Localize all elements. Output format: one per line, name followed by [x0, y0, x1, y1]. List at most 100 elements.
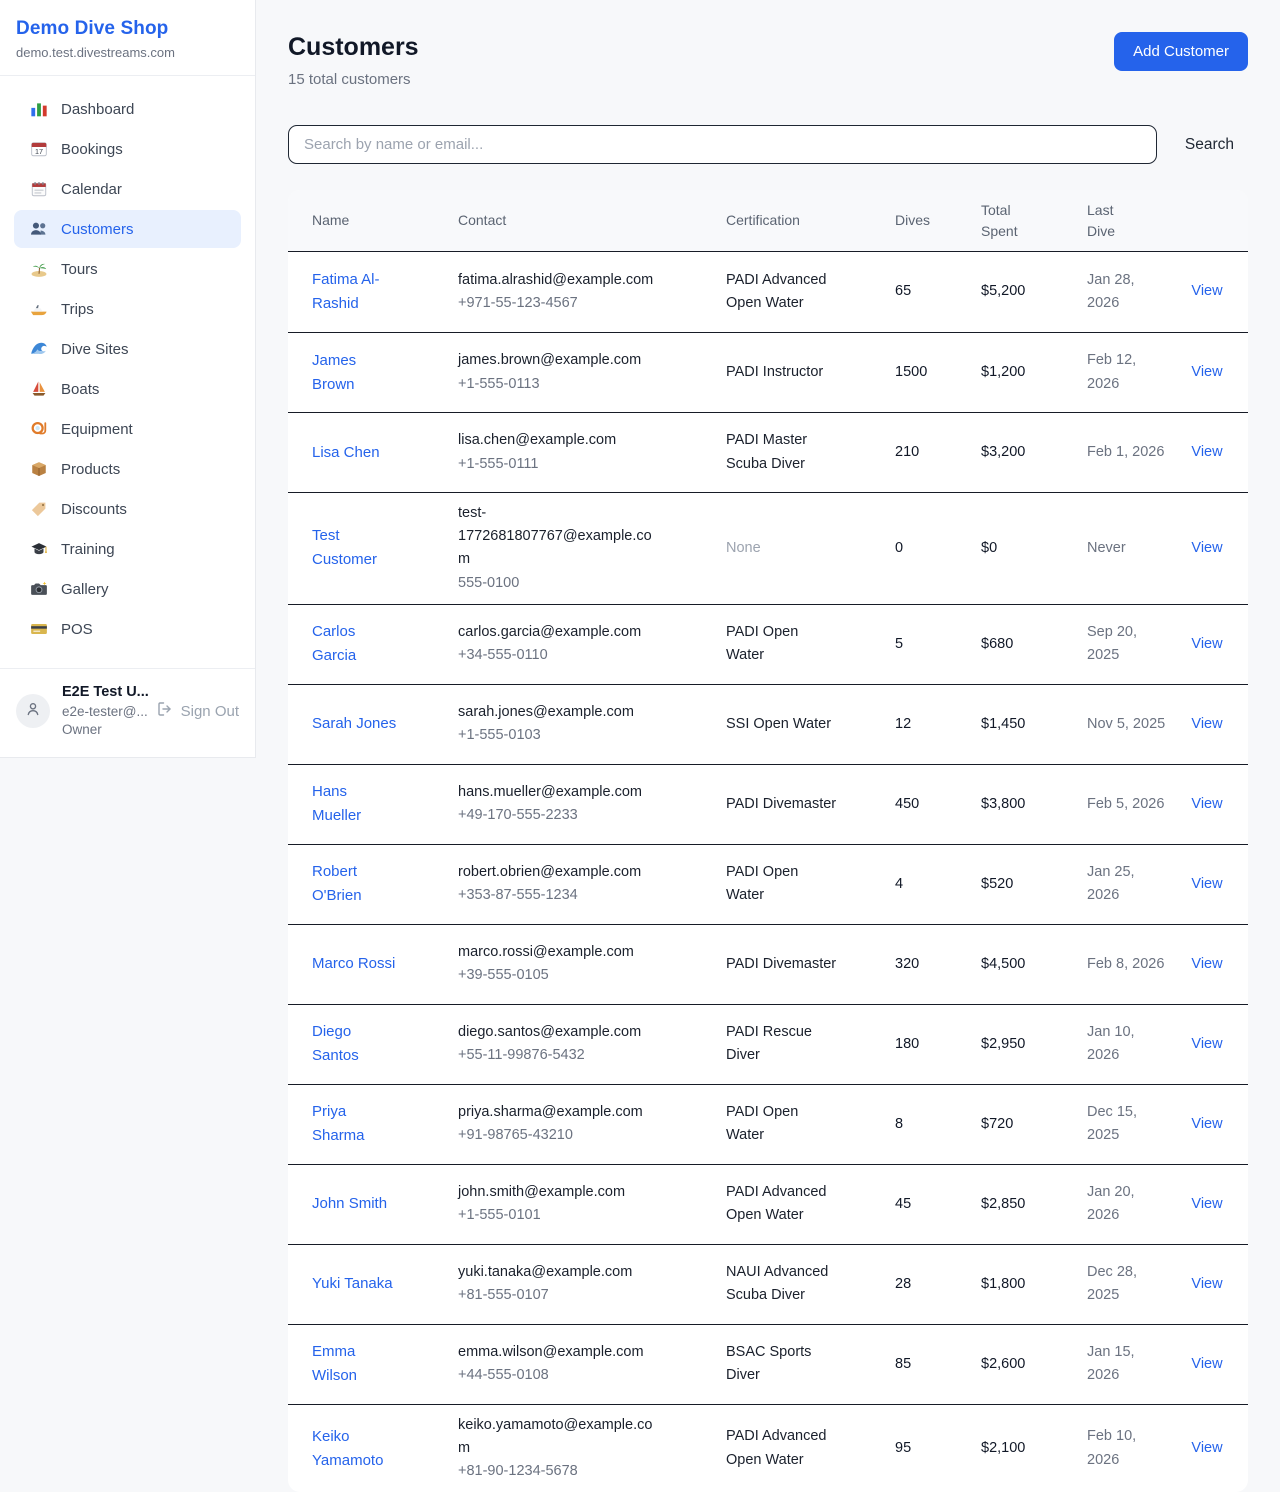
dives-cell: 5: [895, 633, 981, 656]
view-link[interactable]: View: [1191, 1356, 1222, 1372]
customer-name-link[interactable]: Fatima Al-Rashid: [288, 268, 458, 316]
customer-name-link[interactable]: Diego Santos: [288, 1020, 458, 1068]
total-spent-cell: $4,500: [981, 953, 1087, 976]
customer-name-link[interactable]: Priya Sharma: [288, 1100, 458, 1148]
customer-name-link[interactable]: Emma Wilson: [288, 1340, 458, 1388]
certification-cell: BSAC Sports Diver: [726, 1341, 895, 1387]
view-link[interactable]: View: [1191, 956, 1222, 972]
sidebar-item-pos[interactable]: POS: [14, 610, 241, 648]
actions-cell: View: [1180, 361, 1248, 384]
column-header: Name: [288, 210, 458, 231]
view-link[interactable]: View: [1191, 1196, 1222, 1212]
table-row: Hans Muellerhans.mueller@example.com+49-…: [288, 764, 1248, 844]
customer-name-link[interactable]: Yuki Tanaka: [288, 1272, 458, 1296]
sign-out-label: Sign Out: [181, 703, 239, 720]
sidebar-item-gallery[interactable]: Gallery: [14, 570, 241, 608]
contact-cell: robert.obrien@example.com+353-87-555-123…: [458, 861, 726, 907]
add-customer-button[interactable]: Add Customer: [1114, 32, 1248, 71]
total-spent-cell: $520: [981, 873, 1087, 896]
customer-name-link[interactable]: John Smith: [288, 1192, 458, 1216]
customer-name-link[interactable]: Hans Mueller: [288, 780, 458, 828]
view-link[interactable]: View: [1191, 636, 1222, 652]
last-dive-cell: Jan 20, 2026: [1087, 1181, 1180, 1227]
actions-cell: View: [1180, 1113, 1248, 1136]
certification-cell: PADI Open Water: [726, 621, 895, 667]
customer-name-link[interactable]: Test Customer: [288, 524, 458, 572]
table-row: Lisa Chenlisa.chen@example.com+1-555-011…: [288, 412, 1248, 492]
last-dive-cell: Sep 20, 2025: [1087, 621, 1180, 667]
customer-name-link[interactable]: Sarah Jones: [288, 712, 458, 736]
view-link[interactable]: View: [1191, 716, 1222, 732]
diving-mask-icon: [30, 420, 48, 438]
sidebar-item-calendar[interactable]: Calendar: [14, 170, 241, 208]
customer-name-link[interactable]: Lisa Chen: [288, 441, 458, 465]
actions-cell: View: [1180, 1353, 1248, 1376]
last-dive-cell: Jan 15, 2026: [1087, 1341, 1180, 1387]
sidebar-item-equipment[interactable]: Equipment: [14, 410, 241, 448]
dives-cell: 28: [895, 1273, 981, 1296]
sidebar-item-discounts[interactable]: Discounts: [14, 490, 241, 528]
sidebar-item-label: Calendar: [61, 181, 122, 198]
view-link[interactable]: View: [1191, 1116, 1222, 1132]
view-link[interactable]: View: [1191, 876, 1222, 892]
sidebar-item-customers[interactable]: Customers: [14, 210, 241, 248]
table-row: Fatima Al-Rashidfatima.alrashid@example.…: [288, 252, 1248, 332]
sidebar-header: Demo Dive Shop demo.test.divestreams.com: [0, 0, 255, 76]
dives-cell: 95: [895, 1437, 981, 1460]
total-spent-cell: $1,450: [981, 713, 1087, 736]
customer-email: priya.sharma@example.com: [458, 1101, 658, 1124]
customer-phone: 555-0100: [458, 572, 712, 595]
customer-email: sarah.jones@example.com: [458, 701, 658, 724]
sidebar-item-dashboard[interactable]: Dashboard: [14, 90, 241, 128]
sign-out-icon: [157, 701, 173, 721]
customer-name-link[interactable]: James Brown: [288, 349, 458, 397]
view-link[interactable]: View: [1191, 1440, 1222, 1456]
view-link[interactable]: View: [1191, 1276, 1222, 1292]
total-spent-cell: $680: [981, 633, 1087, 656]
view-link[interactable]: View: [1191, 364, 1222, 380]
customer-phone: +1-555-0103: [458, 724, 712, 747]
customer-email: john.smith@example.com: [458, 1181, 658, 1204]
customer-email: lisa.chen@example.com: [458, 429, 658, 452]
last-dive-cell: Dec 15, 2025: [1087, 1101, 1180, 1147]
sidebar-item-boats[interactable]: Boats: [14, 370, 241, 408]
camera-icon: [30, 580, 48, 598]
last-dive-cell: Feb 1, 2026: [1087, 441, 1180, 464]
user-section: E2E Test U... e2e-tester@... Owner Sign …: [0, 668, 255, 757]
last-dive-cell: Jan 28, 2026: [1087, 269, 1180, 315]
total-spent-cell: $1,200: [981, 361, 1087, 384]
dives-cell: 0: [895, 537, 981, 560]
contact-cell: hans.mueller@example.com+49-170-555-2233: [458, 781, 726, 827]
contact-cell: diego.santos@example.com+55-11-99876-543…: [458, 1021, 726, 1067]
customer-name-link[interactable]: Robert O'Brien: [288, 860, 458, 908]
customer-name-link[interactable]: Marco Rossi: [288, 952, 458, 976]
table-row: Emma Wilsonemma.wilson@example.com+44-55…: [288, 1324, 1248, 1404]
view-link[interactable]: View: [1191, 540, 1222, 556]
sidebar-item-bookings[interactable]: 17Bookings: [14, 130, 241, 168]
table-row: Carlos Garciacarlos.garcia@example.com+3…: [288, 604, 1248, 684]
view-link[interactable]: View: [1191, 1036, 1222, 1052]
search-button[interactable]: Search: [1185, 136, 1234, 154]
view-link[interactable]: View: [1191, 283, 1222, 299]
total-spent-cell: $1,800: [981, 1273, 1087, 1296]
sidebar-item-label: Training: [61, 541, 115, 558]
total-customers-count: 15 total customers: [288, 71, 419, 88]
sidebar-item-products[interactable]: Products: [14, 450, 241, 488]
sidebar-item-label: Customers: [61, 221, 134, 238]
sidebar-item-dive-sites[interactable]: Dive Sites: [14, 330, 241, 368]
table-body: Fatima Al-Rashidfatima.alrashid@example.…: [288, 252, 1248, 1492]
sidebar-item-tours[interactable]: Tours: [14, 250, 241, 288]
sidebar-item-label: Gallery: [61, 581, 109, 598]
customer-name-link[interactable]: Carlos Garcia: [288, 620, 458, 668]
sidebar-item-trips[interactable]: Trips: [14, 290, 241, 328]
search-input[interactable]: [288, 125, 1157, 164]
sidebar-item-training[interactable]: Training: [14, 530, 241, 568]
view-link[interactable]: View: [1191, 796, 1222, 812]
table-row: Robert O'Brienrobert.obrien@example.com+…: [288, 844, 1248, 924]
customer-name-link[interactable]: Keiko Yamamoto: [288, 1425, 458, 1473]
shop-domain: demo.test.divestreams.com: [16, 45, 239, 60]
table-row: Priya Sharmapriya.sharma@example.com+91-…: [288, 1084, 1248, 1164]
sign-out-button[interactable]: Sign Out: [157, 701, 239, 721]
view-link[interactable]: View: [1191, 444, 1222, 460]
total-spent-cell: $5,200: [981, 280, 1087, 303]
